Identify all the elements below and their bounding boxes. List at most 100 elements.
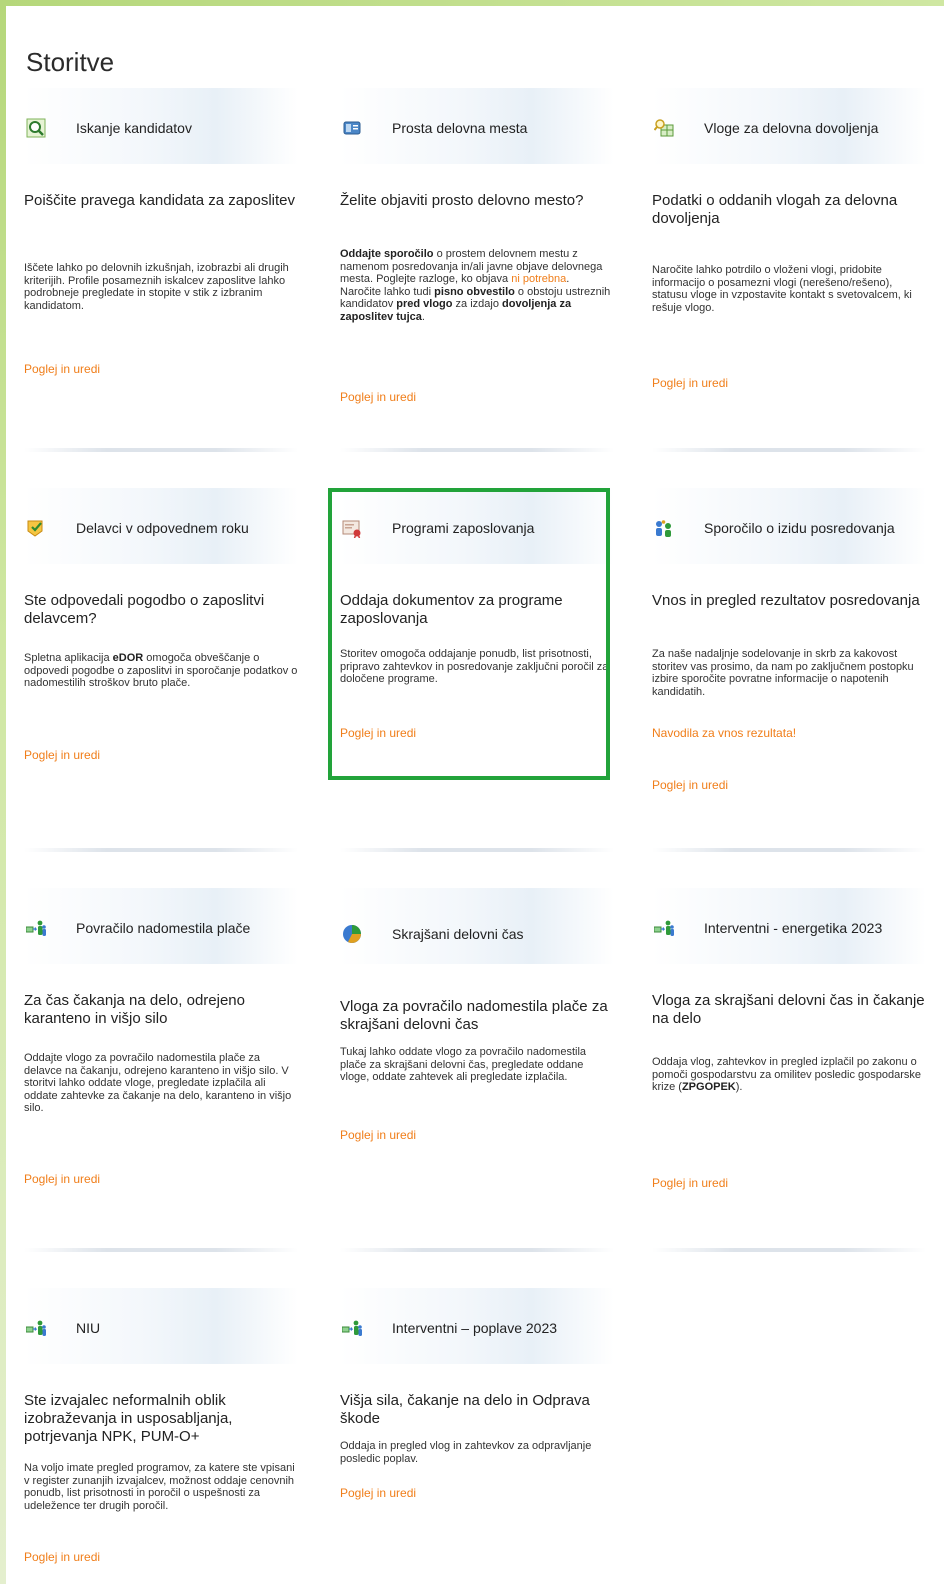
card-interventni-poplave-2023: Interventni – poplave 2023 Višja sila, č… — [340, 1288, 614, 1588]
card-divider — [652, 1248, 926, 1252]
page-title: Storitve — [26, 47, 115, 78]
card-heading: Za čas čakanja na delo, odrejeno karante… — [24, 992, 245, 1027]
card-sporocilo-o-izidu-posredovanja: Sporočilo o izidu posredovanja Vnos in p… — [652, 488, 926, 852]
frame-left-border — [0, 0, 6, 1584]
card-niu: NIU Ste izvajalec neformalnih oblik izob… — [24, 1288, 298, 1588]
card-heading: Višja sila, čakanje na delo in Odprava š… — [340, 1392, 590, 1427]
card-heading: Želite objaviti prosto delovno mesto? — [340, 192, 584, 209]
magnifier-icon — [26, 118, 46, 138]
card-title[interactable]: Iskanje kandidatov — [76, 120, 192, 136]
view-edit-link[interactable]: Poglej in uredi — [340, 1486, 416, 1500]
card-divider — [24, 448, 298, 452]
desc-text: . — [421, 310, 425, 323]
card-divider — [24, 848, 298, 852]
card-heading: Ste izvajalec neformalnih oblik izobraže… — [24, 1392, 233, 1445]
pie-chart-icon — [343, 925, 361, 943]
desc-bold: pred vlogo — [396, 298, 453, 310]
card-prosta-delovna-mesta: Prosta delovna mesta Želite objaviti pro… — [340, 88, 614, 452]
view-edit-link[interactable]: Poglej in uredi — [340, 726, 416, 740]
card-divider — [652, 848, 926, 852]
card-heading: Ste odpovedali pogodbo o zaposlitvi dela… — [24, 592, 265, 627]
card-header: Prosta delovna mesta — [340, 88, 614, 164]
view-edit-link[interactable]: Poglej in uredi — [652, 778, 728, 792]
card-description: Oddaja vlog, zahtevkov in pregled izplač… — [652, 1056, 926, 1094]
card-description: Spletna aplikacija eDOR omogoča obveščan… — [24, 652, 298, 690]
not-needed-link[interactable]: ni potrebna — [511, 273, 566, 285]
card-header: Interventni - energetika 2023 — [652, 888, 926, 964]
view-edit-link[interactable]: Poglej in uredi — [24, 748, 100, 762]
card-header: Skrajšani delovni čas — [340, 888, 614, 964]
card-title[interactable]: NIU — [76, 1320, 100, 1336]
document-card-icon — [343, 121, 361, 135]
card-divider — [340, 448, 614, 452]
desc-text: ). — [735, 1081, 743, 1093]
card-header: Povračilo nadomestila plače — [24, 888, 298, 964]
services-row: Povračilo nadomestila plače Za čas čakan… — [24, 888, 936, 1288]
desc-bold: pisno obvestilo — [434, 285, 515, 298]
card-title[interactable]: Povračilo nadomestila plače — [76, 920, 250, 936]
view-edit-link[interactable]: Poglej in uredi — [652, 376, 728, 390]
card-title[interactable]: Delavci v odpovednem roku — [76, 520, 249, 536]
card-title[interactable]: Prosta delovna mesta — [392, 120, 527, 136]
card-description: Oddajte sporočilo o prostem delovnem mes… — [340, 248, 614, 323]
card-description: Storitev omogoča oddajanje ponudb, list … — [340, 648, 609, 685]
card-title[interactable]: Sporočilo o izidu posredovanja — [704, 520, 895, 536]
card-description: Oddaja in pregled vlog in zahtevkov za o… — [340, 1440, 592, 1465]
view-edit-link[interactable]: Poglej in uredi — [652, 1176, 728, 1190]
desc-text: Naročite lahko tudi — [340, 285, 435, 298]
card-delavci-v-odpovednem-roku: Delavci v odpovednem roku Ste odpovedali… — [24, 488, 298, 852]
desc-bold: Oddajte sporočilo — [340, 248, 434, 260]
card-divider — [340, 1248, 614, 1252]
services-row: Iskanje kandidatov Poiščite pravega kand… — [24, 88, 936, 488]
card-title[interactable]: Vloge za delovna dovoljenja — [704, 120, 878, 136]
card-povracilo-nadomestila-place: Povračilo nadomestila plače Za čas čakan… — [24, 888, 298, 1252]
instructions-link[interactable]: Navodila za vnos rezultata! — [652, 726, 796, 740]
card-skrajsani-delovni-cas: Skrajšani delovni čas Vloga za povračilo… — [340, 888, 614, 1252]
services-row: Delavci v odpovednem roku Ste odpovedali… — [24, 488, 936, 888]
desc-bold: ZPGOPEK — [681, 1081, 736, 1093]
card-header: Sporočilo o izidu posredovanja — [652, 488, 926, 564]
frame-top-border — [0, 0, 944, 6]
card-divider — [24, 1248, 298, 1252]
view-edit-link[interactable]: Poglej in uredi — [24, 362, 100, 376]
card-interventni-energetika-2023: Interventni - energetika 2023 Vloga za s… — [652, 888, 926, 1252]
view-edit-link[interactable]: Poglej in uredi — [24, 1550, 100, 1564]
card-heading: Oddaja dokumentov za programe zaposlovan… — [340, 592, 563, 627]
certificate-icon — [342, 520, 361, 538]
card-title[interactable]: Programi zaposlovanja — [392, 520, 534, 536]
notice-check-icon — [27, 520, 43, 537]
card-divider — [340, 848, 614, 852]
card-title[interactable]: Interventni - energetika 2023 — [704, 920, 882, 936]
permit-search-icon — [654, 119, 674, 137]
card-heading: Vloga za povračilo nadomestila plače za … — [340, 998, 608, 1033]
card-title[interactable]: Interventni – poplave 2023 — [392, 1320, 557, 1336]
view-edit-link[interactable]: Poglej in uredi — [24, 1172, 100, 1186]
desc-bold: eDOR — [112, 652, 144, 664]
card-header: Vloge za delovna dovoljenja — [652, 88, 926, 164]
people-money-icon — [654, 920, 674, 936]
card-divider — [652, 448, 926, 452]
card-description: Iščete lahko po delovnih izkušnjah, izob… — [24, 262, 289, 312]
people-icon — [656, 520, 671, 537]
card-vloge-za-delovna-dovoljenja: Vloge za delovna dovoljenja Podatki o od… — [652, 88, 926, 452]
view-edit-link[interactable]: Poglej in uredi — [340, 1128, 416, 1142]
card-header: Delavci v odpovednem roku — [24, 488, 298, 564]
people-money-icon — [26, 1320, 46, 1336]
people-money-icon — [342, 1320, 362, 1336]
services-grid: Iskanje kandidatov Poiščite pravega kand… — [24, 88, 936, 1588]
view-edit-link[interactable]: Poglej in uredi — [340, 390, 416, 404]
card-heading: Poiščite pravega kandidata za zaposlitev — [24, 192, 295, 209]
desc-text: . — [566, 273, 570, 285]
card-header: Programi zaposlovanja — [340, 488, 614, 564]
card-description: Tukaj lahko oddate vlogo za povračilo na… — [340, 1046, 587, 1083]
card-description: Na voljo imate pregled programov, za kat… — [24, 1462, 295, 1512]
card-description: Naročite lahko potrdilo o vloženi vlogi,… — [652, 264, 912, 314]
card-heading: Vloga za skrajšani delovni čas in čakanj… — [652, 992, 925, 1027]
services-row: NIU Ste izvajalec neformalnih oblik izob… — [24, 1288, 936, 1588]
people-money-icon — [26, 920, 46, 936]
card-programi-zaposlovanja: Programi zaposlovanja Oddaja dokumentov … — [340, 488, 614, 852]
card-header: Iskanje kandidatov — [24, 88, 298, 164]
card-heading: Podatki o oddanih vlogah za delovna dovo… — [652, 192, 898, 227]
card-title[interactable]: Skrajšani delovni čas — [392, 926, 524, 942]
card-header: NIU — [24, 1288, 298, 1364]
